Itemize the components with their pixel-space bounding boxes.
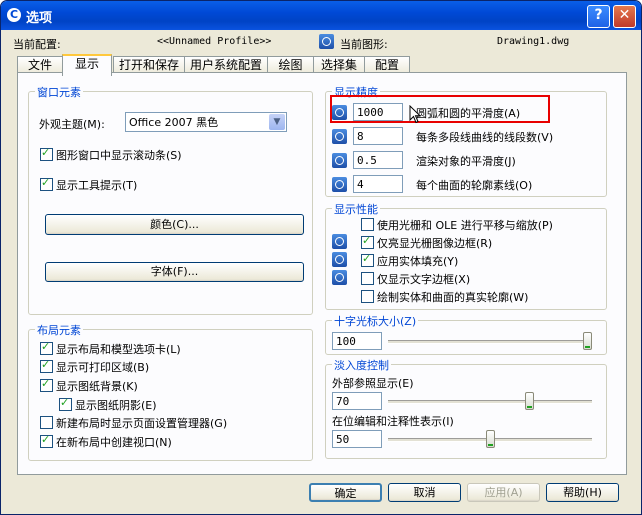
fade-control-group: 淡入度控制 外部参照显示(E) 70 在位编辑和注释性表示(I) 50	[325, 357, 607, 459]
xref-fade-label: 外部参照显示(E)	[332, 377, 414, 390]
show-tooltips-checkbox[interactable]	[40, 176, 53, 191]
show-paper-shadow-label: 显示图纸阴影(E)	[75, 399, 157, 412]
true-silhouettes-label: 绘制实体和曲面的真实轮廓(W)	[377, 291, 529, 304]
show-paper-shadow-checkbox[interactable]	[59, 396, 72, 411]
drawing-icon	[332, 129, 347, 144]
current-drawing-label: 当前图形:	[340, 38, 388, 51]
crosshair-size-title: 十字光标大小(Z)	[332, 313, 419, 329]
render-smoothness-input[interactable]: 0.5	[353, 151, 403, 169]
colors-button[interactable]: 颜色(C)...	[45, 214, 304, 235]
show-tooltips-label: 显示工具提示(T)	[56, 179, 138, 192]
xref-fade-slider[interactable]	[524, 392, 534, 410]
options-dialog: C 选项 ? ✕ 当前配置: <<Unnamed Profile>> 当前图形:…	[0, 0, 642, 515]
show-paper-background-label: 显示图纸背景(K)	[56, 380, 138, 393]
render-smoothness-label: 渲染对象的平滑度(J)	[416, 155, 516, 168]
current-drawing-value: Drawing1.dwg	[497, 36, 570, 47]
crosshair-size-group: 十字光标大小(Z) 100	[325, 313, 607, 355]
window-elements-title: 窗口元素	[35, 84, 83, 100]
inplace-fade-label: 在位编辑和注释性表示(I)	[332, 415, 454, 428]
show-printable-area-checkbox[interactable]	[40, 358, 53, 373]
create-viewport-checkbox[interactable]	[40, 433, 53, 448]
inplace-fade-input[interactable]: 50	[332, 430, 382, 448]
show-printable-area-label: 显示可打印区域(B)	[56, 361, 150, 374]
help-button[interactable]: 帮助(H)	[546, 483, 619, 502]
show-paper-background-checkbox[interactable]	[40, 377, 53, 392]
close-button[interactable]: ✕	[613, 5, 636, 28]
current-profile-value: <<Unnamed Profile>>	[157, 36, 272, 47]
drawing-icon	[332, 234, 347, 249]
show-layout-tabs-label: 显示布局和模型选项卡(L)	[56, 343, 181, 356]
polyline-segments-input[interactable]: 8	[353, 127, 403, 145]
app-icon: C	[7, 8, 21, 22]
xref-fade-track	[388, 400, 592, 404]
display-tab-panel: 窗口元素 外观主题(M): Office 2007 黑色 ▼ 图形窗口中显示滚动…	[17, 72, 627, 475]
highlight-raster-frame-checkbox[interactable]	[361, 234, 374, 249]
close-icon: ✕	[618, 7, 631, 23]
show-scrollbars-label: 图形窗口中显示滚动条(S)	[56, 149, 182, 162]
drawing-icon	[332, 153, 347, 168]
theme-select[interactable]: Office 2007 黑色 ▼	[125, 112, 287, 132]
raster-ole-pan-zoom-label: 使用光栅和 OLE 进行平移与缩放(P)	[377, 219, 553, 232]
solid-fill-label: 应用实体填充(Y)	[377, 255, 459, 268]
drawing-icon	[332, 177, 347, 192]
cursor-icon	[409, 105, 421, 124]
title-bar[interactable]: C 选项 ? ✕	[1, 1, 641, 30]
fonts-button[interactable]: 字体(F)...	[45, 262, 304, 282]
fade-control-title: 淡入度控制	[332, 357, 391, 373]
window-title: 选项	[26, 11, 53, 26]
xref-fade-input[interactable]: 70	[332, 392, 382, 410]
highlight-box	[330, 95, 550, 123]
text-frame-only-checkbox[interactable]	[361, 272, 374, 285]
drawing-icon	[319, 34, 334, 49]
crosshair-size-input[interactable]: 100	[332, 332, 382, 350]
drawing-icon	[332, 270, 347, 285]
show-scrollbars-checkbox[interactable]	[40, 146, 53, 161]
show-page-setup-manager-checkbox[interactable]	[40, 416, 53, 429]
drawing-icon	[332, 252, 347, 267]
highlight-raster-frame-label: 仅亮显光栅图像边框(R)	[377, 237, 493, 250]
show-layout-tabs-checkbox[interactable]	[40, 340, 53, 355]
current-profile-label: 当前配置:	[13, 38, 61, 51]
inplace-fade-slider[interactable]	[485, 430, 495, 448]
layout-elements-group: 布局元素 显示布局和模型选项卡(L) 显示可打印区域(B) 显示图纸背景(K) …	[28, 322, 313, 461]
layout-elements-title: 布局元素	[35, 322, 83, 338]
chevron-down-icon[interactable]: ▼	[269, 114, 285, 130]
create-viewport-label: 在新布局中创建视口(N)	[56, 436, 172, 449]
raster-ole-pan-zoom-checkbox[interactable]	[361, 218, 374, 231]
crosshair-size-slider[interactable]	[583, 332, 592, 350]
window-elements-group: 窗口元素 外观主题(M): Office 2007 黑色 ▼ 图形窗口中显示滚动…	[28, 84, 313, 315]
help-title-button[interactable]: ?	[587, 5, 610, 28]
text-frame-only-label: 仅显示文字边框(X)	[377, 273, 471, 286]
crosshair-size-track	[388, 340, 592, 344]
theme-select-value: Office 2007 黑色	[129, 116, 219, 129]
true-silhouettes-checkbox[interactable]	[361, 290, 374, 303]
ok-button[interactable]: 确定	[309, 483, 382, 502]
display-performance-title: 显示性能	[332, 201, 380, 217]
contour-lines-label: 每个曲面的轮廓素线(O)	[416, 179, 533, 192]
polyline-segments-label: 每条多段线曲线的线段数(V)	[416, 131, 554, 144]
tab-display[interactable]: 显示	[62, 54, 112, 76]
apply-button[interactable]: 应用(A)	[467, 483, 540, 502]
display-performance-group: 显示性能 使用光栅和 OLE 进行平移与缩放(P) 仅亮显光栅图像边框(R) 应…	[325, 201, 607, 310]
theme-label: 外观主题(M):	[39, 118, 105, 131]
show-page-setup-manager-label: 新建布局时显示页面设置管理器(G)	[56, 417, 228, 430]
contour-lines-input[interactable]: 4	[353, 175, 403, 193]
solid-fill-checkbox[interactable]	[361, 252, 374, 267]
cancel-button[interactable]: 取消	[388, 483, 461, 502]
